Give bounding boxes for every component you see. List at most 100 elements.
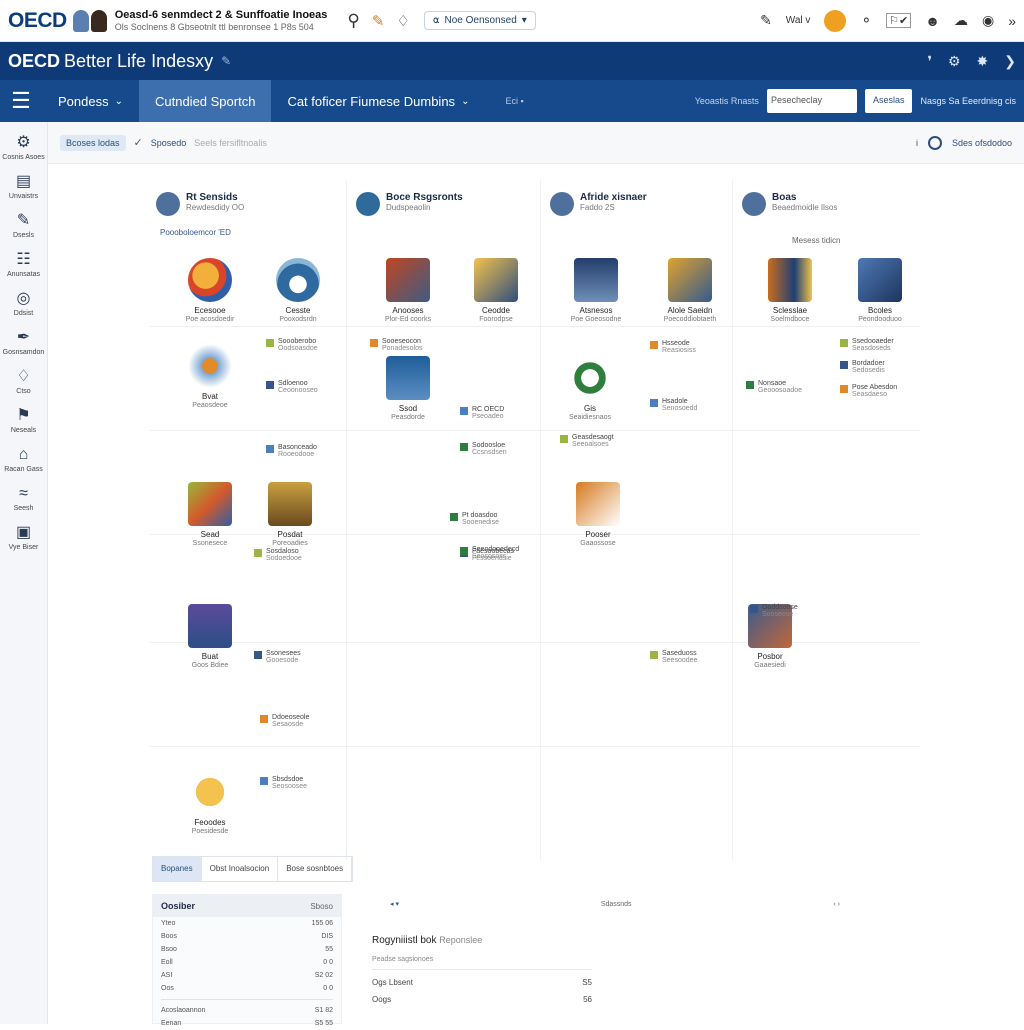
table-row[interactable]: Yteo 155 06: [153, 917, 341, 930]
sidebar-item[interactable]: ☷ Anunsatas: [0, 251, 47, 278]
cloud-icon[interactable]: ☁: [954, 12, 968, 29]
search-button[interactable]: Aseslas: [864, 89, 913, 113]
notification-icon[interactable]: [824, 9, 847, 32]
table-row[interactable]: Eoll 0 0: [153, 956, 341, 969]
nav-item-dumbins[interactable]: Cat foficer Fiumese Dumbins ⌄: [271, 80, 485, 122]
list-item[interactable]: Seeodooedecd Seosososs: [460, 546, 519, 560]
list-item[interactable]: Nonsaoe Geooosoadoe: [746, 380, 802, 394]
table-row[interactable]: Bsoo 55: [153, 943, 341, 956]
sidebar-item[interactable]: ♢ Ctso: [0, 368, 47, 395]
locale-label[interactable]: Wal ᴠ: [786, 15, 811, 26]
list-item[interactable]: Sooeseocon Ponadesolos: [370, 338, 422, 352]
brand-title[interactable]: OECD Better Life Indesxy: [8, 51, 213, 72]
sidebar-item[interactable]: ▤ Unvaistrs: [0, 173, 47, 200]
chevron-right-icon[interactable]: »: [1008, 13, 1016, 29]
list-item[interactable]: Sodoosloe Ccsnsdsen: [460, 442, 507, 456]
indicator-tile[interactable]: Atsnesos Poe Goeosodne: [556, 258, 636, 323]
chevron-right-icon[interactable]: ❯: [1004, 53, 1016, 70]
list-item[interactable]: Ooddsoose Sooseose: [750, 604, 798, 618]
table-row[interactable]: ASI S2 02: [153, 969, 341, 982]
info-icon[interactable]: ❜: [927, 53, 932, 70]
list-item[interactable]: Sosdaloso Sodoedooe: [254, 548, 302, 562]
indicator-tile[interactable]: Sclesslae Soelmdboce: [750, 258, 830, 323]
breadcrumb-current[interactable]: Sposedo: [151, 138, 187, 148]
list-item[interactable]: Ssedooaeder Seasdoseds: [840, 338, 894, 352]
robot-icon[interactable]: ☻: [925, 13, 940, 29]
breadcrumb-action-label[interactable]: Sdes ofsdodoo: [952, 138, 1012, 148]
eye-icon[interactable]: ◉: [982, 12, 994, 29]
edit-icon[interactable]: ✎: [221, 54, 231, 68]
clock-icon[interactable]: [927, 135, 942, 150]
sidebar-item[interactable]: ✒ Gosnsamdon: [0, 329, 47, 356]
list-item[interactable]: Sdloenoo Ceoonooseo: [266, 380, 318, 394]
table-row[interactable]: Boos DIS: [153, 930, 341, 943]
detail-meta: Peadse sagsionoes: [372, 956, 434, 963]
column-header[interactable]: Afride xisnaer Faddo 2S: [550, 192, 647, 216]
pen-icon[interactable]: ✎: [372, 12, 385, 30]
gear-icon[interactable]: ⚙: [948, 53, 961, 70]
nav-item-pondess[interactable]: Pondess ⌄: [42, 80, 139, 122]
indicator-tile[interactable]: Ecesooe Poe acosdoedir: [170, 258, 250, 323]
indicator-tile[interactable]: Gis Seaidiesnaos: [550, 356, 630, 421]
list-item[interactable]: Saseduoss Seesoodee: [650, 650, 697, 664]
search-input[interactable]: Pesecheclay: [766, 89, 857, 113]
indicator-tile[interactable]: Bcoles Peondooduoo: [840, 258, 920, 323]
sidebar-item[interactable]: ⚑ Neseals: [0, 407, 47, 434]
indicator-tile[interactable]: Buat Goos Bdiee: [170, 604, 250, 669]
sidebar-item[interactable]: ✎ Dsesls: [0, 212, 47, 239]
indicator-tile[interactable]: Sead Ssonesece: [170, 482, 250, 547]
indicator-tile[interactable]: Alole Saeidn Poecoddiobtaeth: [650, 258, 730, 323]
tooth-icon[interactable]: ⚬: [860, 12, 872, 29]
tab-bopanes[interactable]: Bopanes: [153, 857, 202, 881]
list-item[interactable]: Soooberobo Oodsoasdoe: [266, 338, 318, 352]
list-item[interactable]: Geasdesaogt Seeoalsoes: [560, 434, 614, 448]
indicator-tile[interactable]: Bvat Peaosdeoe: [170, 344, 250, 409]
list-item[interactable]: Hsadole Senosoedd: [650, 398, 697, 412]
list-item[interactable]: Ddoeoseole Sesaosde: [260, 714, 309, 728]
tab-inoalsocion[interactable]: Obst Inoalsocion: [202, 857, 279, 881]
info-label[interactable]: i: [916, 138, 918, 148]
detail-nav-right[interactable]: ‹ ›: [833, 901, 840, 908]
oecd-logo[interactable]: OECD: [8, 9, 67, 33]
list-item[interactable]: Sbsdsdoe Seosoosee: [260, 776, 307, 790]
edit-icon[interactable]: ✎: [760, 12, 772, 29]
avatar[interactable]: [72, 9, 89, 32]
list-item[interactable]: Pose Abesdon Seasdaeso: [840, 384, 897, 398]
nav-item-sportch[interactable]: Cutndied Sportch: [138, 80, 272, 122]
indicator-tile[interactable]: Ceodde Foorodpse: [456, 258, 536, 323]
sidebar-item[interactable]: ⌂ Racan Gass: [0, 446, 47, 473]
avatar[interactable]: [90, 9, 107, 32]
sidebar-item[interactable]: ⚙ Cosnis Asoes: [0, 134, 47, 161]
column-header[interactable]: Boas Beaedmoidle Ilsos: [742, 192, 837, 216]
indicator-tile[interactable]: Posdat Poreoadies: [250, 482, 330, 547]
column-header[interactable]: Boce Rsgsronts Dudspeaolin: [356, 192, 463, 216]
indicator-tile[interactable]: Ssod Peasdorde: [368, 356, 448, 421]
bell-icon[interactable]: ♢: [396, 12, 409, 30]
list-item[interactable]: Hsseode Reasiosiss: [650, 340, 696, 354]
indicator-tile[interactable]: Cesste Pooxodsrdn: [258, 258, 338, 323]
help-link[interactable]: Nasgs Sa Eeerdnisg cis: [920, 96, 1016, 106]
workspace-selector[interactable]: ⍺ Noe Oensonsed ▾: [423, 11, 536, 30]
list-item[interactable]: RC OECD Pseoadeo: [460, 406, 504, 420]
flag-icon[interactable]: ⚐✔: [886, 13, 912, 28]
list-item[interactable]: Bordadoer Sedosedis: [840, 360, 885, 374]
table-footer-row[interactable]: Acoslaoannon S1 82: [153, 1004, 341, 1017]
indicator-tile[interactable]: Pooser Gaaossose: [558, 482, 638, 547]
indicator-tile[interactable]: Anooses Plor-Ed coorks: [368, 258, 448, 323]
list-item[interactable]: Pt doasdoo Sooenedise: [450, 512, 499, 526]
sidebar-item[interactable]: ≈ Seesh: [0, 485, 47, 512]
nav-extra[interactable]: Eci ▪: [505, 96, 523, 106]
menu-icon[interactable]: ☰: [0, 80, 42, 122]
sidebar-item[interactable]: ◎ Ddsist: [0, 290, 47, 317]
indicator-tile[interactable]: Feoodes Poesidesde: [170, 770, 250, 835]
detail-nav-left[interactable]: ◂ ▾: [390, 900, 399, 908]
list-item[interactable]: Basonceado Rooeodooe: [266, 444, 317, 458]
share-icon[interactable]: ✸: [977, 53, 989, 70]
column-header[interactable]: Rt Sensids Rewdesdidy OO: [156, 192, 244, 216]
table-row[interactable]: Oos 0 0: [153, 982, 341, 995]
breadcrumb-chip[interactable]: Bcoses lodas: [60, 134, 126, 151]
list-item[interactable]: Ssonesees Gooesode: [254, 650, 301, 664]
sidebar-item[interactable]: ▣ Vye Biser: [0, 524, 47, 551]
search-icon[interactable]: ⚲: [347, 11, 359, 31]
tab-sosnbtoes[interactable]: Bose sosnbtoes: [278, 857, 353, 881]
